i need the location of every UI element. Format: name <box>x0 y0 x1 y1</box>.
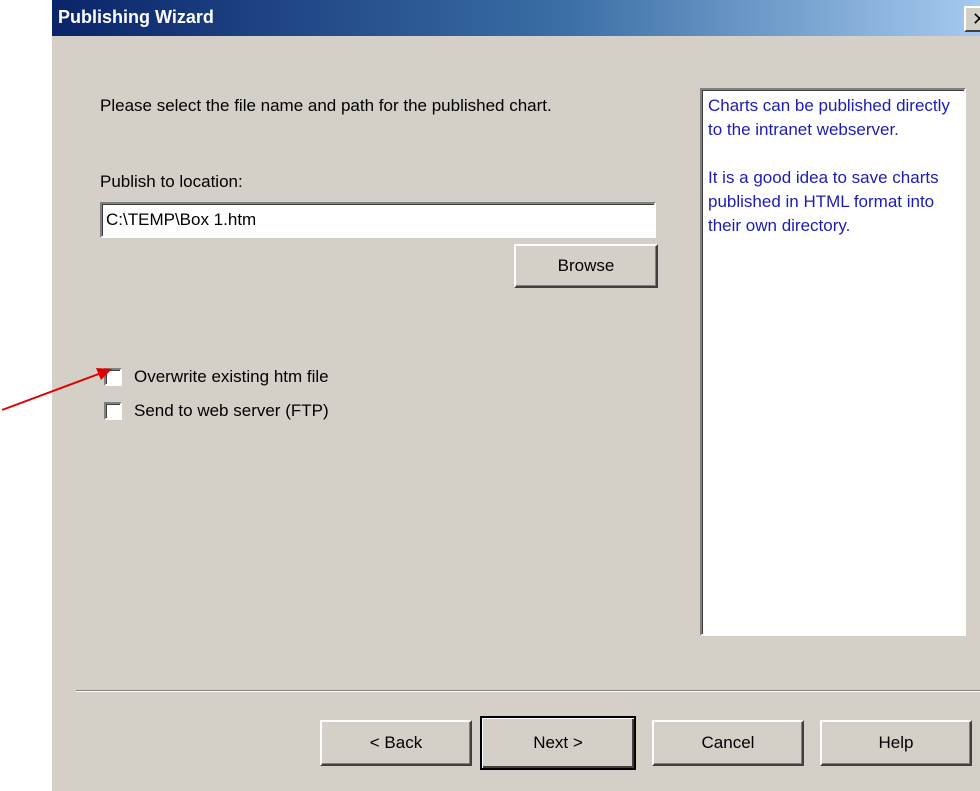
help-button[interactable]: Help <box>820 720 972 766</box>
title-bar[interactable]: Publishing Wizard ✕ <box>52 0 980 36</box>
overwrite-label[interactable]: Overwrite existing htm file <box>134 367 329 387</box>
ftp-label[interactable]: Send to web server (FTP) <box>134 401 329 421</box>
red-pointer-arrow-icon <box>1 368 112 411</box>
close-button[interactable]: ✕ <box>964 6 980 32</box>
help-text-directory: It is a good idea to save charts publish… <box>708 168 939 235</box>
publishing-wizard-dialog: Publishing Wizard ✕ Please select the fi… <box>52 0 980 791</box>
help-panel: Charts can be published directly to the … <box>700 88 966 636</box>
instruction-text: Please select the file name and path for… <box>100 96 552 115</box>
close-icon: ✕ <box>972 9 980 29</box>
next-button[interactable]: Next > <box>480 716 636 770</box>
footer-separator <box>76 690 980 692</box>
back-button[interactable]: < Back <box>320 720 472 766</box>
publish-location-input[interactable] <box>100 202 656 238</box>
help-text-publishing: Charts can be published directly to the … <box>708 96 950 139</box>
cancel-button[interactable]: Cancel <box>652 720 804 766</box>
browse-button[interactable]: Browse <box>514 244 658 288</box>
